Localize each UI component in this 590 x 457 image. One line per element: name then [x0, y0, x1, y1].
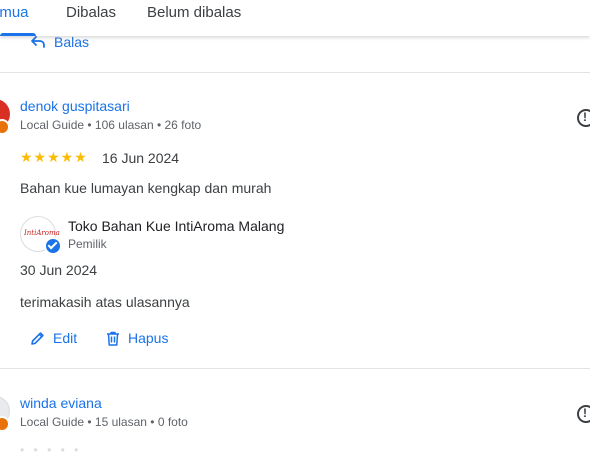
active-tab-indicator	[0, 33, 36, 36]
star-rating-partial: • • • • •	[20, 443, 82, 457]
reply-date: 30 Jun 2024	[20, 262, 98, 278]
tab-unreplied-label: Belum dibalas	[147, 4, 242, 21]
reply-label: Balas	[54, 34, 90, 50]
tab-replied[interactable]: Dibalas	[66, 4, 116, 21]
reply-button[interactable]: Balas	[30, 34, 89, 50]
owner-role: Pemilik	[68, 237, 107, 251]
local-guide-badge-icon	[0, 416, 10, 432]
review-author-meta: Local Guide • 15 ulasan • 0 foto	[20, 415, 188, 429]
review-divider	[0, 368, 590, 369]
review-divider	[0, 72, 590, 73]
tab-all-label: emua	[0, 4, 29, 21]
edit-button[interactable]: Edit	[30, 330, 77, 346]
report-icon[interactable]	[577, 405, 590, 423]
review-author-name[interactable]: denok guspitasari	[20, 98, 130, 114]
review-author-meta: Local Guide • 106 ulasan • 26 foto	[20, 118, 202, 132]
tab-replied-label: Dibalas	[66, 4, 117, 21]
review-text: Bahan kue lumayan kengkap dan murah	[20, 180, 272, 196]
report-icon[interactable]	[577, 109, 590, 127]
review-filter-tabs: emua Dibalas Belum dibalas	[0, 0, 590, 36]
review-author-name[interactable]: winda eviana	[20, 395, 102, 411]
edit-label: Edit	[53, 330, 78, 346]
owner-logo-text: IntiAroma	[24, 229, 60, 237]
tab-all[interactable]: emua	[0, 4, 29, 21]
reply-icon	[31, 36, 45, 48]
trash-icon	[107, 331, 119, 346]
tab-unreplied[interactable]: Belum dibalas	[147, 4, 241, 21]
reply-text: terimakasih atas ulasannya	[20, 294, 190, 310]
review-date: 16 Jun 2024	[102, 150, 180, 166]
pencil-icon	[31, 331, 44, 345]
verified-check-icon	[44, 237, 62, 255]
owner-name: Toko Bahan Kue IntiAroma Malang	[68, 218, 285, 234]
delete-label: Hapus	[128, 330, 169, 346]
star-rating: ★★★★★	[20, 149, 88, 165]
local-guide-badge-icon	[0, 119, 10, 135]
delete-button[interactable]: Hapus	[106, 330, 168, 346]
